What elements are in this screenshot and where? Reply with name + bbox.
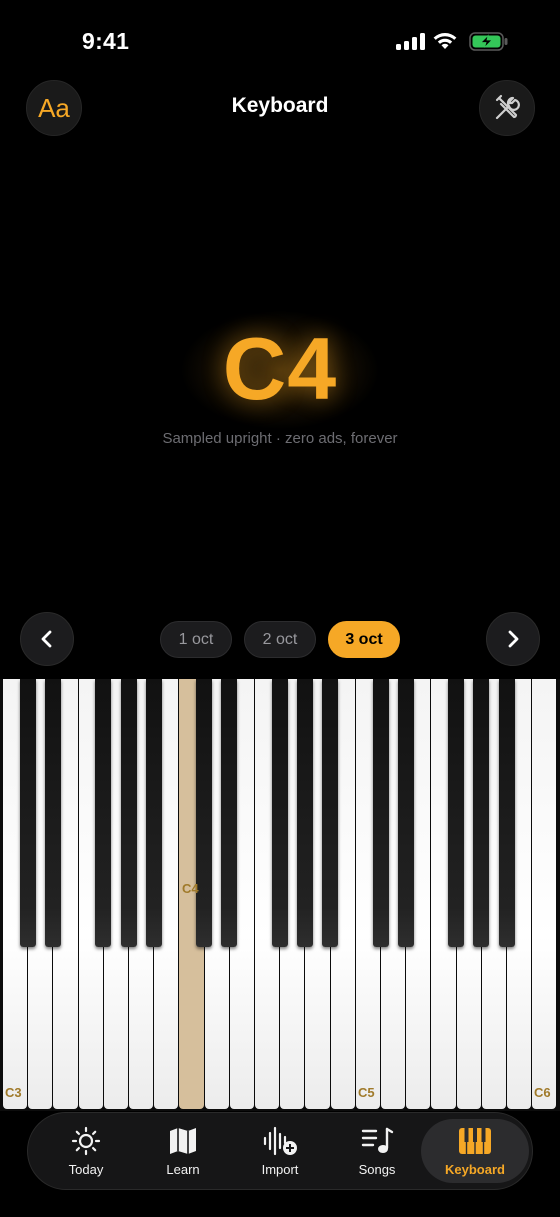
battery-charging-icon — [469, 32, 509, 51]
tab-learn[interactable]: Learn — [137, 1119, 229, 1183]
settings-tools-button[interactable] — [479, 80, 535, 136]
tab-label: Import — [261, 1161, 299, 1177]
black-key-ds5[interactable] — [397, 679, 414, 947]
black-key-ds3[interactable] — [44, 679, 61, 947]
status-time: 9:41 — [82, 28, 130, 54]
tab-label: Learn — [166, 1161, 200, 1177]
key-label-c6: C6 — [534, 1085, 551, 1100]
piano-keys-icon — [459, 1127, 491, 1154]
music-list-icon — [361, 1127, 394, 1153]
status-bar: 9:41 — [0, 0, 560, 84]
tab-today[interactable]: Today — [40, 1119, 132, 1183]
black-key-gs3[interactable] — [120, 679, 137, 947]
black-key-fs3[interactable] — [95, 679, 112, 947]
white-key-c6[interactable] — [532, 679, 557, 1109]
key-label-c4: C4 — [182, 881, 199, 896]
black-key-cs3[interactable] — [19, 679, 36, 947]
chevron-right-icon — [508, 630, 519, 648]
octave-option-1[interactable]: 1 oct — [160, 621, 232, 658]
black-key-cs4[interactable] — [196, 679, 213, 947]
black-key-ds4[interactable] — [221, 679, 238, 947]
next-octave-button[interactable] — [486, 612, 540, 666]
octave-option-2[interactable]: 2 oct — [244, 621, 316, 658]
tab-import[interactable]: Import — [234, 1119, 326, 1183]
current-note: C4 — [222, 319, 338, 418]
piano-keyboard[interactable]: C3 C4 C5 C6 — [0, 679, 560, 1111]
tab-label: Songs — [358, 1161, 396, 1177]
black-key-fs5[interactable] — [448, 679, 465, 947]
black-key-as5[interactable] — [498, 679, 515, 947]
tab-songs[interactable]: Songs — [331, 1119, 423, 1183]
key-label-c3: C3 — [5, 1085, 22, 1100]
wifi-icon — [432, 30, 458, 50]
tab-label: Today — [68, 1161, 104, 1177]
chevron-left-icon — [41, 630, 52, 648]
black-key-gs5[interactable] — [473, 679, 490, 947]
black-key-as4[interactable] — [322, 679, 339, 947]
sun-icon — [71, 1126, 101, 1155]
black-key-fs4[interactable] — [271, 679, 288, 947]
cellular-signal-icon — [396, 33, 426, 50]
black-key-gs4[interactable] — [296, 679, 313, 947]
black-key-cs5[interactable] — [372, 679, 389, 947]
tab-bar: Today Learn Import Songs Keyboard — [27, 1112, 533, 1190]
note-subtitle: Sampled upright · zero ads, forever — [162, 430, 398, 447]
tools-icon — [495, 94, 520, 120]
page-title: Keyboard — [231, 94, 329, 117]
previous-octave-button[interactable] — [20, 612, 74, 666]
black-key-as3[interactable] — [145, 679, 162, 947]
key-label-c5: C5 — [358, 1085, 375, 1100]
octave-option-3[interactable]: 3 oct — [328, 621, 400, 658]
tab-label: Keyboard — [445, 1161, 505, 1177]
waveform-plus-icon — [263, 1126, 297, 1155]
map-icon — [170, 1127, 196, 1154]
tab-keyboard[interactable]: Keyboard — [421, 1119, 529, 1183]
